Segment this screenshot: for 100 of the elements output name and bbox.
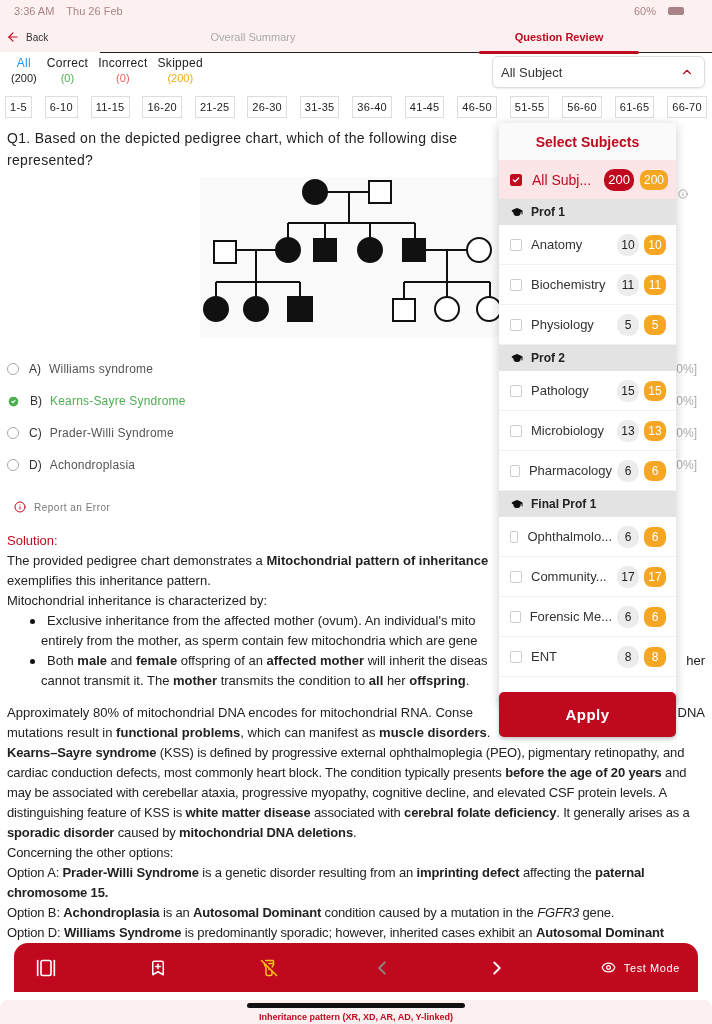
subject-dropdown[interactable]: All Subject (492, 56, 705, 88)
page-range-button[interactable]: 21-25 (194, 96, 235, 118)
page-range-button[interactable]: 46-50 (457, 96, 497, 118)
checkbox[interactable] (510, 173, 522, 186)
option-letter: D) (29, 458, 42, 472)
count-badge: 6 (617, 605, 639, 628)
page-range-button[interactable]: 11-15 (90, 96, 130, 118)
option-label: Biochemistry (531, 277, 607, 292)
option-text[interactable]: Williams syndrome (49, 362, 154, 376)
page-range-button[interactable]: 1-5 (5, 96, 32, 118)
page-range-button[interactable]: 6-10 (44, 96, 78, 118)
solution-text: mutations result in functional problems, which can manifest as muscle disorders. (7, 724, 491, 742)
solution-text: Approximately 80% of mitochondrial DNA encodes for mitochondrial RNA. Conse (7, 704, 474, 722)
footer-text: Inheritance pattern (XR, XD, AR, AD, Y-linked) (258, 1012, 454, 1022)
subject-option[interactable]: Microbiology 13 13 (499, 411, 676, 451)
solution-text: entirely from the mother, as sperm contain few mitochondria which are gene (41, 632, 478, 650)
cards-icon[interactable] (36, 957, 56, 978)
solution-text: her (686, 652, 705, 670)
report-error-button[interactable]: Report an Error (14, 501, 111, 513)
option-label: All Subj... (532, 171, 593, 188)
count-badge: 8 (644, 646, 666, 667)
subject-option[interactable]: Biochemistry 11 11 (499, 265, 676, 305)
subject-option[interactable]: Ophthalmolo... 6 6 (499, 517, 676, 557)
count-badge: 10 (644, 234, 666, 255)
count-badge: 5 (617, 313, 639, 336)
subject-option[interactable]: Anatomy 10 10 (499, 225, 676, 265)
solution-paragraph: Concerning the other options: (7, 844, 175, 862)
page-range-button[interactable]: 36-40 (352, 96, 392, 118)
page-range-button[interactable]: 51-55 (509, 96, 550, 118)
question-text: Q1. Based on the depicted pedigree chart, which of the following dise (6, 129, 458, 148)
page-range-button[interactable]: 16-20 (142, 96, 183, 118)
option-percent: 0%] (676, 458, 698, 472)
count-badge: 11 (644, 274, 666, 295)
count-badge: 13 (644, 420, 666, 441)
filter-tab[interactable]: Skipped (200) (153, 56, 209, 84)
option-letter: C) (29, 426, 42, 440)
page-range-button[interactable]: 26-30 (247, 96, 287, 118)
subject-option[interactable]: Pharmacology 6 6 (499, 451, 676, 491)
count-badge: 17 (617, 565, 639, 588)
filter-tab[interactable]: Incorrect (0) (94, 56, 154, 84)
test-mode-button[interactable]: Test Mode (600, 960, 680, 975)
subject-option[interactable]: Physiology 5 5 (499, 305, 676, 345)
count-badge: 6 (617, 525, 639, 548)
graduation-cap-icon (511, 206, 523, 218)
count-badge: 6 (644, 526, 666, 547)
tab[interactable]: Question Review (406, 21, 712, 52)
option-text[interactable]: Achondroplasia (49, 458, 136, 472)
option-percent: 0%] (676, 362, 698, 376)
all-subjects-option[interactable]: All Subj... 200 200 (499, 160, 676, 199)
eye-icon (600, 960, 616, 975)
page-range-button[interactable]: 56-60 (562, 96, 602, 118)
subject-option[interactable]: Forensic Me... 6 6 (499, 597, 676, 637)
filter-count: (0) (60, 72, 75, 84)
info-icon[interactable] (678, 189, 688, 199)
solution-paragraph: Option B: Achondroplasia is an Autosomal Dominant condition caused by a mutation in the FGFR3 gene. (7, 904, 616, 922)
solution-text: Mitochondrial inheritance is characterized by: (7, 592, 268, 610)
subject-option[interactable]: ENT 8 8 (499, 637, 676, 677)
count-badge: 10 (617, 233, 639, 256)
filter-count: (0) (116, 72, 130, 84)
graduation-cap-icon (511, 352, 523, 364)
group-label: Final Prof 1 (531, 497, 597, 511)
back-button[interactable]: Back (0, 30, 100, 44)
page-range-button[interactable]: 66-70 (667, 96, 707, 118)
apply-button[interactable]: Apply (499, 692, 676, 737)
panel-title: Select Subjects (499, 123, 676, 160)
filter-tab[interactable]: All (200) (7, 56, 43, 84)
flashlight-off-icon[interactable] (259, 958, 278, 977)
filter-label: Skipped (157, 56, 203, 70)
solution-text: DNA (677, 704, 705, 722)
option-percent: 0%] (676, 394, 698, 408)
graduation-cap-icon (511, 498, 523, 510)
solution-text: Both male and female offspring of an affected mother will inherit the diseas (47, 652, 488, 670)
count-badge: 5 (644, 314, 666, 335)
option-label: Pharmacology (528, 463, 612, 478)
alert-icon (14, 501, 26, 513)
filter-tab[interactable]: Correct (0) (42, 56, 95, 84)
option-label: Microbiology (531, 423, 605, 438)
count-badge: 15 (617, 379, 639, 402)
count-badge: 8 (617, 645, 639, 668)
question-text: represented? (6, 151, 94, 170)
bullet-icon (30, 618, 35, 624)
count-badge: 15 (644, 380, 666, 401)
group-label: Prof 2 (531, 351, 565, 365)
filter-label: Incorrect (98, 56, 148, 70)
subject-option[interactable]: Pathology 15 15 (499, 371, 676, 411)
page-range-button[interactable]: 31-35 (299, 96, 340, 118)
solution-paragraph: Kearns–Sayre syndrome (KSS) is defined by progressive external ophthalmoplegia (PEO), pigmentary retinopathy, and cardiac conduction defects, most commonly heart block. The condition typically presents before the age of 20 years and may be associated with cerebellar ataxia, progressive myopathy, cognitive decline, and elevated CSF protein levels. A distinguishing feature of KSS is white matter disease associated with cerebral folate deficiency. It generally arises as a sporadic disorder caused by mitochondrial DNA deletions. (7, 744, 691, 842)
page-range-button[interactable]: 41-45 (404, 96, 445, 118)
status-date: Thu 26 Feb (66, 5, 123, 17)
option-letter: B) (30, 394, 42, 408)
solution-text: cannot transmit it. The mother transmits the condition to all her offspring. (41, 672, 470, 690)
option-label: Physiology (531, 317, 595, 332)
option-percent: 0%] (676, 426, 698, 440)
page-range-button[interactable]: 61-65 (614, 96, 655, 118)
option-text[interactable]: Prader-Willi Syndrome (49, 426, 174, 440)
arrow-left-icon (6, 30, 20, 44)
solution-heading: Solution: (7, 532, 58, 550)
count-badge: 6 (644, 460, 666, 481)
option-letter: A) (29, 362, 41, 376)
subject-option[interactable]: Community... 17 17 (499, 557, 676, 597)
